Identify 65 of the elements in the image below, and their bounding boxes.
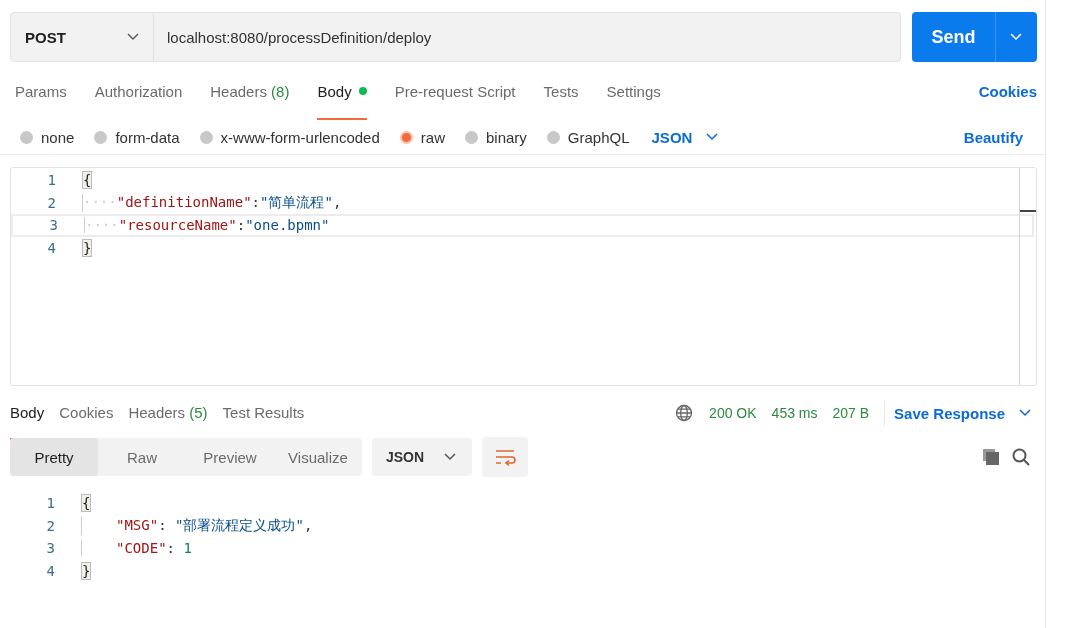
status-code: 200 OK [709, 405, 757, 421]
tab[interactable]: Visualize [274, 438, 362, 476]
search-icon[interactable] [1011, 447, 1031, 467]
response-time: 453 ms [771, 405, 818, 421]
radio-button[interactable] [399, 130, 413, 144]
code-editor[interactable]: 1 { 2 ····"definitionName":"简单流程", 3 ····"resourceName":"one.bpmn" 4 } [10, 167, 1037, 386]
line-number: 3 [48, 217, 58, 234]
chevron-icon [127, 33, 139, 41]
url-field[interactable]: localhost:8080/processDefinition/deploy [154, 12, 901, 62]
tab[interactable]: Settings [606, 62, 661, 120]
code-line: } [81, 562, 91, 579]
method-dropdown[interactable]: POST [10, 12, 154, 62]
radio-button[interactable] [546, 130, 560, 144]
tab[interactable]: Raw [98, 438, 186, 476]
response-size: 207 B [832, 405, 870, 421]
tab[interactable]: Body [317, 62, 367, 120]
send-button[interactable]: Send [912, 12, 1037, 62]
code-line: "CODE": 1 [81, 540, 192, 557]
line-number: 1 [46, 172, 56, 189]
radio-label: GraphQL [567, 128, 630, 146]
code-line: { [82, 172, 92, 189]
chevron-icon [444, 453, 457, 461]
method-label: POST [25, 28, 66, 46]
code-line: } [82, 239, 92, 256]
radio-button[interactable] [199, 130, 213, 144]
globe-icon[interactable] [675, 404, 694, 422]
save-response-button[interactable]: Save Response [894, 404, 1031, 422]
tab[interactable]: Pretty [10, 438, 98, 476]
code-line: ····"definitionName":"简单流程", [82, 193, 342, 212]
radio-label: binary [485, 128, 527, 146]
line-number: 4 [46, 239, 56, 256]
line-number: 2 [46, 194, 56, 211]
tab[interactable]: Test Results [222, 386, 305, 440]
tab[interactable]: Preview [186, 438, 274, 476]
beautify-link[interactable]: Beautify [963, 128, 1023, 146]
line-number: 4 [45, 562, 55, 579]
code-line: "MSG": "部署流程定义成功", [81, 516, 313, 535]
tab[interactable]: Authorization [94, 62, 183, 120]
radio-label: raw [420, 128, 445, 146]
tab[interactable]: Params [15, 62, 67, 120]
format-dropdown[interactable]: JSON [372, 438, 473, 476]
wrap-lines-button[interactable] [482, 437, 529, 477]
tab[interactable]: Pre-request Script [394, 62, 516, 120]
radio-button[interactable] [464, 130, 478, 144]
scrollbar-thumb[interactable] [1020, 210, 1036, 212]
cookies-link[interactable]: Cookies [978, 62, 1037, 120]
tab[interactable]: Tests [543, 62, 579, 120]
code-line: ····"resourceName":"one.bpmn" [84, 217, 330, 234]
radio-label: none [41, 128, 75, 146]
copy-icon[interactable] [981, 447, 1001, 467]
tab[interactable]: Headers (5) [128, 386, 208, 440]
tab[interactable]: Headers (8) [210, 62, 290, 120]
radio-button[interactable] [20, 130, 33, 144]
chevron-icon [1010, 33, 1022, 41]
line-number: 1 [45, 495, 55, 512]
radio-label: form-data [115, 128, 180, 146]
code-line: { [81, 495, 91, 512]
chevron-icon [1019, 409, 1031, 417]
radio-label: x-www-form-urlencoded [220, 128, 380, 146]
line-number: 2 [45, 517, 55, 534]
chevron-icon [706, 133, 719, 141]
radio-button[interactable] [94, 130, 108, 144]
tab[interactable]: Cookies [59, 386, 114, 440]
format-dropdown[interactable]: JSON [651, 128, 719, 146]
line-number: 3 [45, 540, 55, 557]
